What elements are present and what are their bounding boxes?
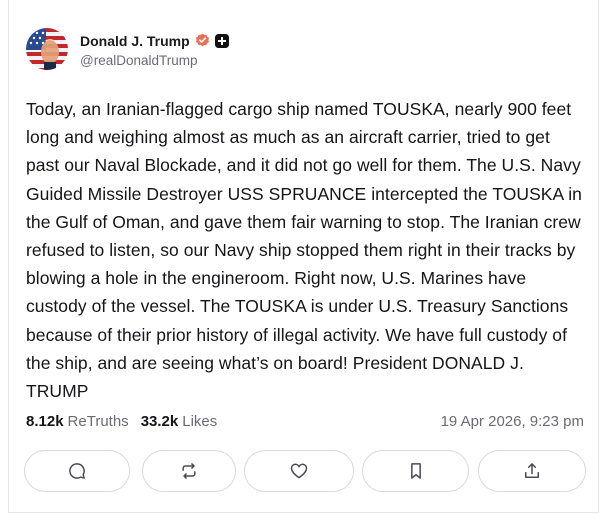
post-stats: 8.12k ReTruths 33.2k Likes 19 Apr 2026, …	[26, 413, 584, 430]
avatar[interactable]	[26, 28, 68, 70]
card-border-left	[8, 0, 9, 513]
bookmark-icon	[410, 463, 421, 479]
retruths-label[interactable]: ReTruths	[68, 413, 129, 430]
retruth-button[interactable]	[142, 450, 236, 492]
like-button[interactable]	[244, 450, 354, 492]
share-icon	[525, 463, 539, 478]
retruths-count[interactable]: 8.12k	[26, 413, 64, 430]
author-display-name[interactable]: Donald J. Trump	[80, 33, 190, 49]
likes-count[interactable]: 33.2k	[141, 413, 179, 430]
action-bar	[24, 450, 586, 494]
author-info: Donald J. Trump @realDonaldTrump	[80, 31, 229, 68]
verified-badge-icon	[195, 33, 210, 48]
plus-badge-icon	[214, 33, 229, 48]
avatar-image	[26, 28, 68, 70]
heart-icon	[290, 463, 308, 479]
card-border-right	[598, 0, 599, 513]
likes-label[interactable]: Likes	[182, 413, 217, 430]
author-name-row: Donald J. Trump	[80, 31, 229, 51]
reply-button[interactable]	[24, 450, 130, 492]
author-handle[interactable]: @realDonaldTrump	[80, 53, 229, 68]
share-button[interactable]	[478, 450, 586, 492]
retruth-icon	[182, 463, 196, 479]
bookmark-button[interactable]	[362, 450, 469, 492]
post-header: Donald J. Trump @realDonaldTrump	[26, 28, 229, 70]
post-body-text: Today, an Iranian-flagged cargo ship nam…	[26, 99, 582, 402]
post-card: Donald J. Trump @realDonaldTrump Today, …	[0, 0, 607, 513]
post-timestamp[interactable]: 19 Apr 2026, 9:23 pm	[441, 413, 584, 430]
reply-icon	[69, 463, 85, 479]
